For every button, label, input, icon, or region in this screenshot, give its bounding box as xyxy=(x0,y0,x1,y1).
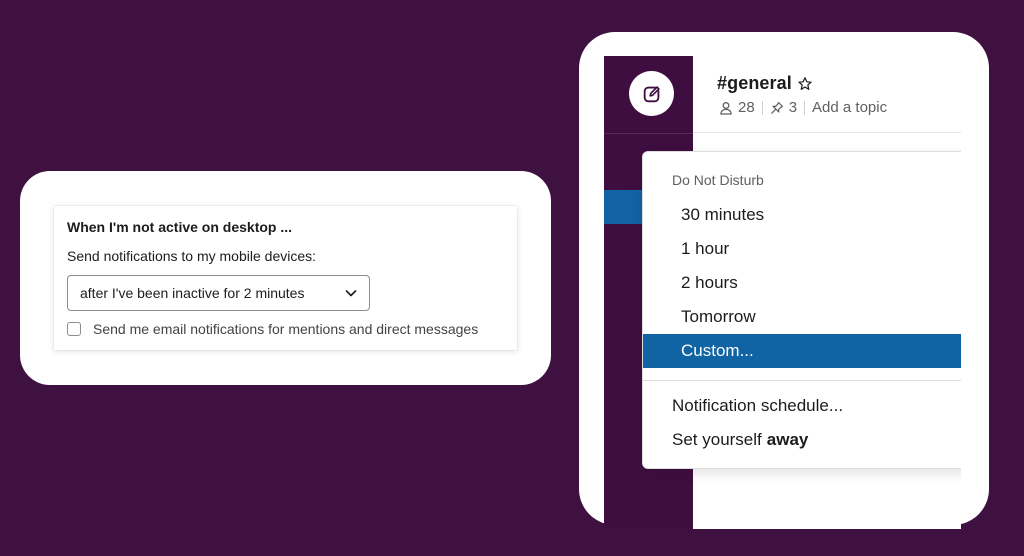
member-count: 28 xyxy=(738,99,755,116)
dnd-option-tomorrow[interactable]: Tomorrow xyxy=(643,300,961,334)
menu-divider xyxy=(643,380,961,381)
meta-separator xyxy=(804,100,806,115)
settings-subtitle: Send notifications to my mobile devices: xyxy=(67,248,317,264)
sidebar-divider xyxy=(604,133,693,134)
settings-title: When I'm not active on desktop ... xyxy=(67,219,293,235)
inactivity-select[interactable]: after I've been inactive for 2 minutes xyxy=(67,275,370,311)
dnd-option-custom[interactable]: Custom... xyxy=(643,334,961,368)
meta-separator xyxy=(761,100,763,115)
chevron-down-icon xyxy=(345,290,357,297)
compose-icon xyxy=(643,85,660,102)
dnd-option-1-hour[interactable]: 1 hour xyxy=(643,232,961,266)
inactivity-select-value: after I've been inactive for 2 minutes xyxy=(80,285,305,301)
members-icon xyxy=(720,101,732,115)
pin-icon xyxy=(770,101,783,114)
dnd-option-2-hours[interactable]: 2 hours xyxy=(643,266,961,300)
pinned-count: 3 xyxy=(788,99,798,116)
dnd-menu-heading: Do Not Disturb xyxy=(672,172,764,188)
dnd-card: #general 28 3 Add a topic Do Not Disturb… xyxy=(579,32,989,529)
dnd-menu: Do Not Disturb 30 minutes 1 hour 2 hours… xyxy=(642,151,961,469)
email-notifications-row: Send me email notifications for mentions… xyxy=(67,321,504,337)
notification-settings-card: When I'm not active on desktop ... Send … xyxy=(20,171,551,385)
member-count-button[interactable]: 28 xyxy=(719,99,755,116)
notification-settings-panel: When I'm not active on desktop ... Send … xyxy=(54,206,517,350)
channel-meta: 28 3 Add a topic xyxy=(719,99,887,116)
app-window: #general 28 3 Add a topic Do Not Disturb… xyxy=(604,56,961,529)
compose-button[interactable] xyxy=(629,71,674,116)
set-away-item[interactable]: Set yourself away xyxy=(643,425,961,455)
add-topic-button[interactable]: Add a topic xyxy=(812,99,887,116)
star-icon[interactable] xyxy=(797,76,813,92)
channel-name[interactable]: #general xyxy=(717,73,792,94)
dnd-option-30-minutes[interactable]: 30 minutes xyxy=(643,198,961,232)
pinned-count-button[interactable]: 3 xyxy=(770,99,797,116)
set-away-bold: away xyxy=(766,430,809,449)
notification-schedule-item[interactable]: Notification schedule... xyxy=(643,391,961,421)
channel-title-row: #general xyxy=(717,73,813,94)
channel-header: #general 28 3 Add a topic xyxy=(693,56,961,133)
email-notifications-label[interactable]: Send me email notifications for mentions… xyxy=(93,321,478,337)
email-notifications-checkbox[interactable] xyxy=(67,322,81,336)
set-away-prefix: Set yourself xyxy=(672,430,762,449)
